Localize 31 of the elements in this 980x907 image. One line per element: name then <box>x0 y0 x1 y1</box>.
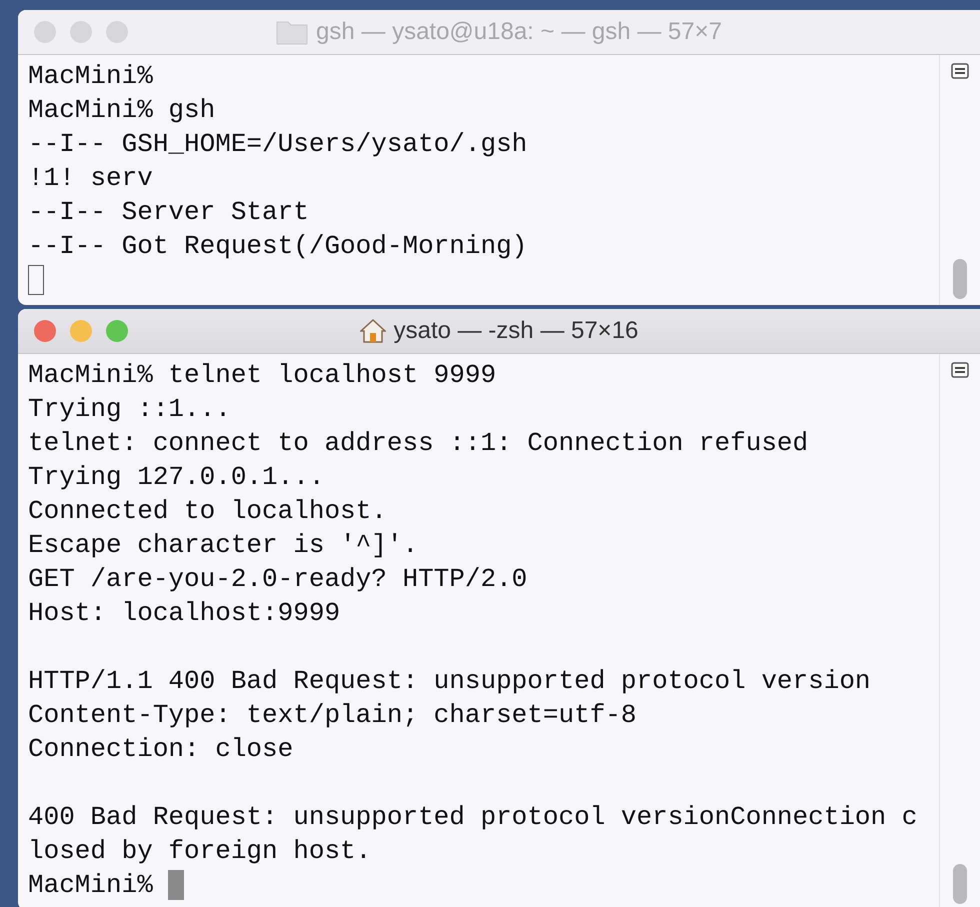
terminal-line: --I-- GSH_HOME=/Users/ysato/.gsh <box>28 128 528 161</box>
terminal-line: losed by foreign host. <box>28 835 372 868</box>
terminal-line: Escape character is '^]'. <box>28 529 418 562</box>
window-title: gsh — ysato@u18a: ~ — gsh — 57×7 <box>316 18 722 46</box>
terminal-line: Trying ::1... <box>28 393 231 426</box>
terminal-line: --I-- Server Start <box>28 196 309 229</box>
terminal-line: telnet: connect to address ::1: Connection refused <box>28 427 808 460</box>
terminal-line: MacMini% telnet localhost 9999 <box>28 359 496 392</box>
terminal-line: MacMini% gsh <box>28 94 216 127</box>
close-button[interactable] <box>34 320 56 342</box>
terminal-line: Connected to localhost. <box>28 495 387 528</box>
terminal-line: GET /are-you-2.0-ready? HTTP/2.0 <box>28 563 528 596</box>
text-cursor <box>28 265 44 295</box>
window-title: ysato — -zsh — 57×16 <box>394 317 638 345</box>
minimize-button[interactable] <box>70 320 92 342</box>
terminal-line: Host: localhost:9999 <box>28 597 340 630</box>
scrollbar-thumb[interactable] <box>953 864 967 904</box>
terminal-line: Connection: close <box>28 733 294 766</box>
terminal-line: 400 Bad Request: unsupported protocol versionConnection c <box>28 801 918 834</box>
terminal-line: HTTP/1.1 400 Bad Request: unsupported protocol version <box>28 665 871 698</box>
text-cursor <box>168 870 184 900</box>
house-icon <box>360 318 386 344</box>
terminal-line: MacMini% <box>28 60 153 93</box>
terminal-line: Content-Type: text/plain; charset=utf-8 <box>28 699 636 732</box>
terminal-line: Trying 127.0.0.1... <box>28 461 324 494</box>
prompt-text: MacMini% <box>28 869 154 902</box>
terminal-line: --I-- Got Request(/Good-Morning) <box>28 230 528 263</box>
terminal-line: !1! serv <box>28 162 153 195</box>
zoom-button[interactable] <box>106 320 128 342</box>
folder-icon <box>276 19 308 45</box>
split-pane-icon[interactable] <box>951 362 969 378</box>
